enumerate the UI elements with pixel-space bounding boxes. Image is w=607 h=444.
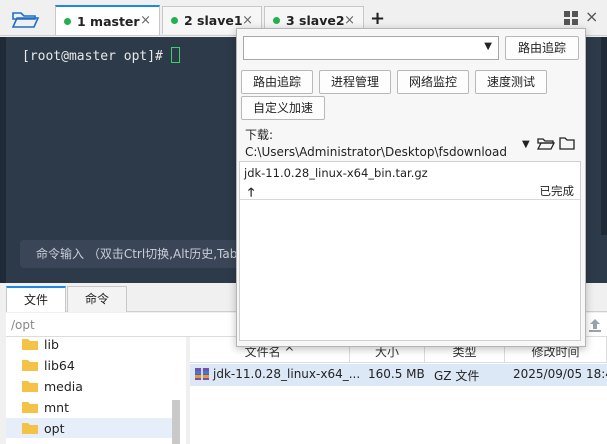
route-trace-top-button[interactable]: 路由追踪 (505, 36, 579, 60)
close-window-icon[interactable]: × (585, 7, 598, 26)
download-status: 已完成 (539, 184, 575, 198)
folder-icon (22, 423, 38, 434)
tree-item-label: media (44, 378, 83, 394)
chevron-down-icon[interactable]: ▼ (484, 41, 492, 52)
new-tab-button[interactable]: + (370, 8, 385, 29)
connected-status-icon (171, 17, 178, 24)
terminal-cursor (170, 47, 180, 63)
folder-icon (22, 381, 38, 392)
download-item[interactable]: jdk-11.0.28_linux-x64_bin.tar.gz 🡑 已完成 (240, 162, 580, 200)
folder-icon (22, 360, 38, 371)
file-type: GZ 文件 (434, 369, 480, 383)
prompt-text: [root@master opt]# (22, 49, 163, 64)
tab-files[interactable]: 文件 (6, 286, 66, 312)
tree-item-label: lib64 (44, 357, 75, 373)
file-name: jdk-11.0.28_linux-x64_... (213, 367, 361, 381)
file-row[interactable]: jdk-11.0.28_linux-x64_... 160.5 MB GZ 文件… (190, 364, 607, 386)
file-list: 文件名 ^ 大小 类型 修改时间 jdk-11.0.28_linux-x64_.… (190, 337, 607, 444)
tab-label: 3 slave2 (286, 13, 345, 28)
chevron-down-icon[interactable]: ▼ (522, 139, 530, 150)
close-tab-icon[interactable]: × (242, 13, 253, 28)
network-monitor-button[interactable]: 网络监控 (397, 70, 469, 94)
tab-label: 1 master (77, 13, 140, 29)
layout-grid-icon[interactable] (564, 11, 579, 26)
tree-item-label: mnt (44, 399, 69, 415)
connected-status-icon (64, 17, 71, 25)
tree-item-label: lib (44, 336, 59, 352)
close-tab-icon[interactable]: × (140, 13, 151, 28)
command-input[interactable]: 命令输入 （双击Ctrl切换,Alt历史,Tab (20, 240, 250, 268)
upload-icon[interactable] (586, 316, 604, 334)
directory-tree: lib lib64 media mnt opt (6, 337, 186, 444)
host-select[interactable]: ▼ (243, 36, 499, 60)
arrow-up-icon: 🡑 (248, 185, 255, 199)
process-manager-button[interactable]: 进程管理 (319, 70, 391, 94)
open-folder-icon[interactable] (10, 7, 40, 31)
tab-label: 2 slave1 (184, 13, 243, 28)
custom-acceleration-button[interactable]: 自定义加速 (241, 96, 325, 120)
connected-status-icon (273, 17, 280, 24)
folder-icon (22, 402, 38, 413)
download-path-label: 下载: C:\Users\Administrator\Desktop\fsdow… (245, 128, 507, 159)
tab-commands[interactable]: 命令 (67, 286, 127, 312)
download-file-name: jdk-11.0.28_linux-x64_bin.tar.gz (244, 166, 428, 180)
tree-item-opt[interactable]: opt (6, 418, 176, 438)
tools-popup: ▼ 路由追踪 路由追踪 进程管理 网络监控 速度测试 自定义加速 下载: C:\… (236, 28, 586, 347)
speed-test-button[interactable]: 速度测试 (475, 70, 547, 94)
download-list: jdk-11.0.28_linux-x64_bin.tar.gz 🡑 已完成 (239, 161, 581, 341)
tree-item-media[interactable]: media (22, 376, 83, 396)
folder-icon[interactable] (559, 136, 575, 150)
tab-master[interactable]: 1 master × (55, 5, 160, 35)
terminal-prompt: [root@master opt]# (22, 47, 180, 64)
tree-scrollbar[interactable] (172, 400, 180, 444)
tree-item-label: opt (44, 420, 65, 436)
tree-item-lib[interactable]: lib (22, 334, 59, 354)
file-modified: 2025/09/05 18:4 (513, 367, 607, 381)
file-size: 160.5 MB (368, 367, 425, 381)
folder-icon (22, 339, 38, 350)
close-tab-icon[interactable]: × (344, 13, 355, 28)
archive-icon (194, 366, 210, 385)
tree-item-mnt[interactable]: mnt (22, 397, 69, 417)
path-input[interactable]: /opt (11, 318, 35, 332)
terminal-scrollbar[interactable] (601, 37, 607, 235)
tree-item-lib64[interactable]: lib64 (22, 355, 75, 375)
open-folder-icon[interactable] (536, 136, 556, 150)
route-trace-button[interactable]: 路由追踪 (241, 70, 313, 94)
